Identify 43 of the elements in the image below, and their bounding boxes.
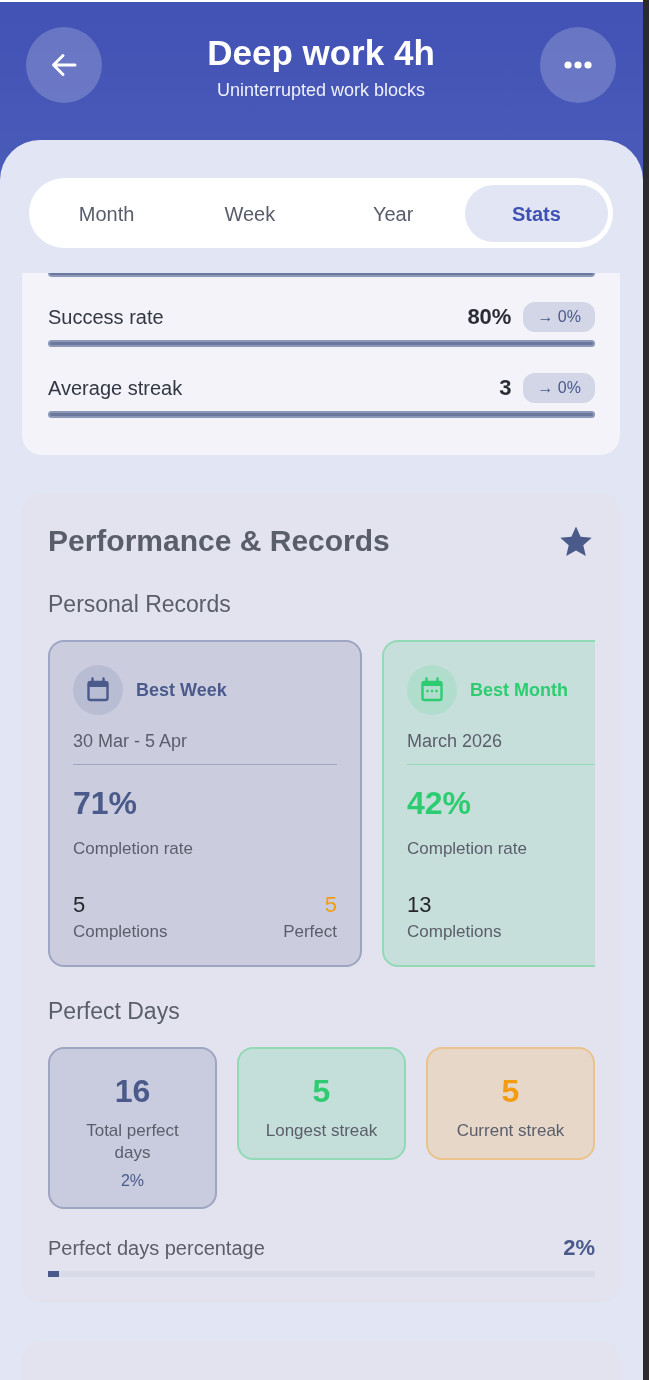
record-title: Best Month xyxy=(470,679,568,701)
tab[interactable]: Week xyxy=(178,185,322,242)
tile-value: 5 xyxy=(312,1072,331,1110)
record-period: 30 Mar - 5 Apr xyxy=(73,730,189,752)
metric-label: Average streak xyxy=(48,376,184,400)
subsection-title: Personal Records xyxy=(48,590,232,618)
metric-value: 3 xyxy=(499,375,512,401)
tile-label: Current streak xyxy=(456,1120,565,1142)
tile-note: 2% xyxy=(120,1171,145,1191)
tile-label: Longest streak xyxy=(265,1120,378,1142)
tile-value: 16 xyxy=(114,1072,151,1110)
metric-value: 80% xyxy=(467,304,512,330)
screen-subtitle: Uninterrupted work blocks xyxy=(216,79,426,101)
stat-value: 5 xyxy=(324,892,337,918)
stat-label: Completions xyxy=(73,921,168,943)
record-rate-label: Completion rate xyxy=(407,838,528,860)
back-arrow-icon xyxy=(51,53,77,77)
calendar-icon xyxy=(73,665,123,715)
metric-label: Success rate xyxy=(48,305,165,329)
record-rate: 71% xyxy=(73,784,139,822)
calendar-icon xyxy=(407,665,457,715)
record-period: March 2026 xyxy=(407,730,504,752)
tile-value: 5 xyxy=(501,1072,520,1110)
stat-label: Completions xyxy=(407,921,502,943)
subsection-title: Perfect Days xyxy=(48,997,181,1025)
tab[interactable]: Month xyxy=(35,185,179,242)
percentage-value: 2% xyxy=(563,1236,595,1260)
stat-value: 5 xyxy=(73,892,86,918)
record-title: Best Week xyxy=(136,679,227,701)
screen-title: Deep work 4h xyxy=(207,33,435,73)
trend-indicator: → 0% xyxy=(523,373,595,403)
record-rate: 42% xyxy=(407,784,473,822)
more-icon xyxy=(564,61,592,69)
stat-label: Perfect xyxy=(283,921,337,943)
stat-value: 13 xyxy=(407,892,432,918)
tab[interactable]: Year xyxy=(321,185,465,242)
star-icon xyxy=(560,525,592,557)
record-rate-label: Completion rate xyxy=(73,838,194,860)
percentage-label: Perfect days percentage xyxy=(48,1236,265,1260)
tile-label: Total perfect days xyxy=(85,1120,180,1164)
trend-indicator: → 0% xyxy=(523,302,595,332)
tab[interactable]: Stats xyxy=(464,185,608,242)
section-title: Performance & Records xyxy=(48,523,390,559)
